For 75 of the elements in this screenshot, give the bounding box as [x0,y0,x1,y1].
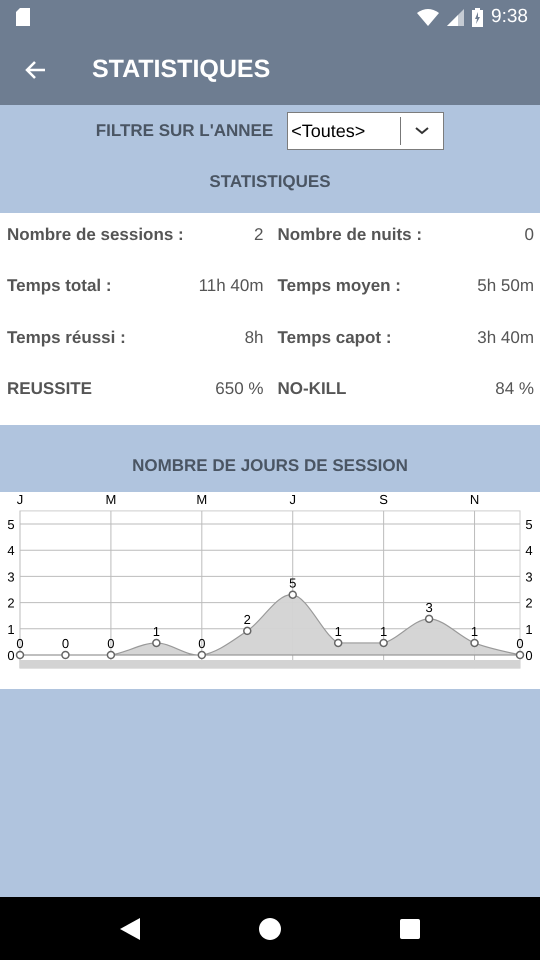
stat-label: Temps total : [7,276,112,296]
recents-button[interactable] [400,918,420,938]
x-tick-label: S [379,492,388,507]
stat-label: Temps moyen : [278,276,401,296]
signal-icon [447,8,464,26]
data-label: 0 [16,636,24,651]
data-point [334,638,342,648]
data-label: 1 [334,624,342,639]
sd-card-icon [16,8,30,26]
home-button[interactable] [258,918,281,940]
data-label: 0 [198,636,206,651]
stat-value: 0 [524,224,534,245]
stat-value: 84 % [495,379,534,400]
battery-icon [472,8,484,26]
data-point [106,650,116,660]
x-tick-label: J [289,492,296,507]
section-heading: STATISTIQUES [209,172,331,192]
stat-label: Nombre de nuits : [278,224,422,245]
x-tick-label: M [196,492,208,507]
y-tick-label: 1 [525,622,533,637]
stat-label: Nombre de sessions : [7,224,184,245]
chart-heading: NOMBRE DE JOURS DE SESSION [132,456,408,476]
y-tick-label: 0 [525,648,533,663]
data-point [470,638,479,648]
y-tick-label: 2 [525,596,533,611]
data-label: 1 [380,624,388,639]
data-label: 0 [516,636,524,651]
x-tick-label: M [105,492,116,507]
y-tick-label: 0 [7,648,15,663]
y-tick-label: 5 [525,517,533,532]
data-point [61,650,70,660]
clock-time: 9:38 [491,6,528,28]
data-label: 2 [244,612,251,627]
filter-label: FILTRE SUR L'ANNEE [96,121,274,141]
stat-label: REUSSITE [7,379,92,400]
stat-value: 5h 50m [477,276,534,296]
data-point [288,590,297,599]
screen-title: STATISTIQUES [92,55,270,84]
square-recents-icon [400,918,420,938]
data-label: 3 [425,600,433,615]
data-point [152,638,161,648]
x-tick-label: N [470,492,480,507]
data-label: 0 [62,636,70,651]
data-point [198,650,206,660]
stat-value: 3h 40m [477,328,534,348]
data-point [243,626,252,636]
chevron-down-icon [415,127,430,135]
y-tick-label: 3 [525,569,533,584]
data-label: 1 [470,624,478,639]
y-tick-label: 2 [7,596,15,611]
year-dropdown[interactable]: <Toutes> [287,112,444,150]
data-label: 1 [152,624,160,639]
data-point [379,638,388,648]
circle-home-icon [258,918,281,940]
back-nav-button[interactable] [120,918,140,940]
data-point [516,650,524,660]
data-point [16,650,24,660]
data-label: 0 [107,636,115,651]
y-tick-label: 3 [7,569,15,584]
y-tick-label: 1 [7,622,15,637]
triangle-back-icon [120,918,140,940]
wifi-icon [417,8,440,26]
data-point [424,614,434,624]
y-tick-label: 4 [525,543,533,558]
stat-value: 650 % [215,379,264,400]
y-tick-label: 4 [7,543,15,558]
y-tick-label: 5 [7,517,15,532]
data-label: 5 [289,576,296,591]
x-tick-label: J [16,492,24,507]
stat-label: Temps capot : [278,328,392,348]
stat-value: 2 [254,224,264,245]
stat-value: 8h [244,328,264,348]
stat-value: 11h 40m [198,276,264,296]
stat-label: Temps réussi : [7,328,126,348]
stat-label: NO-KILL [278,379,346,400]
